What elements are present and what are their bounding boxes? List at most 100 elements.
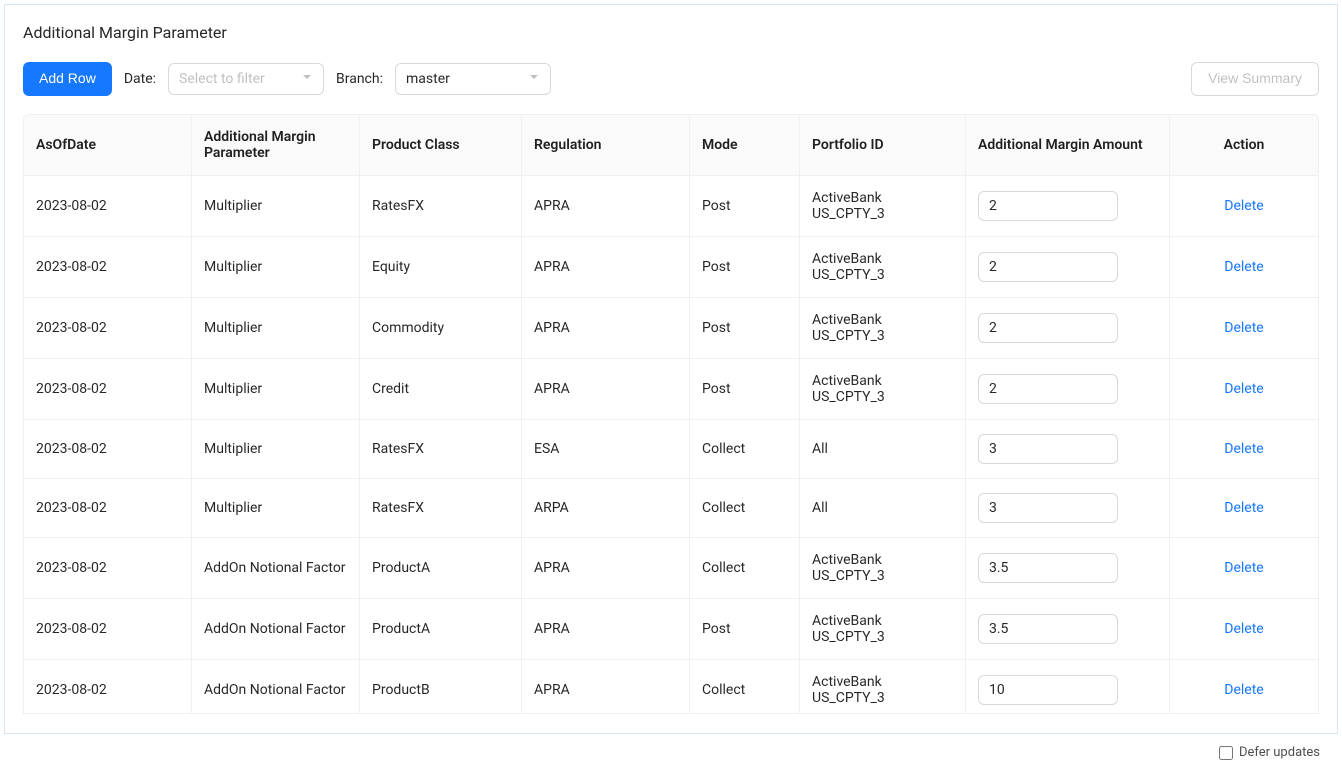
- col-header-regulation: Regulation: [522, 115, 690, 175]
- date-label: Date:: [124, 71, 156, 87]
- table-row: 2023-08-02MultiplierRatesFXESACollectAll…: [24, 420, 1318, 479]
- cell-mode: Collect: [690, 538, 800, 598]
- cell-amount: [966, 176, 1170, 236]
- cell-portfolio: ActiveBank US_CPTY_3: [800, 359, 966, 419]
- cell-mode: Post: [690, 599, 800, 659]
- cell-asofdate: 2023-08-02: [24, 660, 192, 713]
- panel-title: Additional Margin Parameter: [23, 23, 1319, 42]
- cell-portfolio: ActiveBank US_CPTY_3: [800, 237, 966, 297]
- cell-asofdate: 2023-08-02: [24, 237, 192, 297]
- view-summary-button[interactable]: View Summary: [1191, 62, 1319, 96]
- cell-amount: [966, 359, 1170, 419]
- amount-input[interactable]: [978, 313, 1118, 343]
- amount-input[interactable]: [978, 493, 1118, 523]
- cell-param: Multiplier: [192, 420, 360, 478]
- branch-label: Branch:: [336, 71, 383, 87]
- delete-link[interactable]: Delete: [1224, 621, 1263, 637]
- cell-param: AddOn Notional Factor: [192, 538, 360, 598]
- table-row: 2023-08-02AddOn Notional FactorProductAA…: [24, 599, 1318, 660]
- delete-link[interactable]: Delete: [1224, 320, 1263, 336]
- cell-amount: [966, 420, 1170, 478]
- amount-input[interactable]: [978, 614, 1118, 644]
- delete-link[interactable]: Delete: [1224, 441, 1263, 457]
- cell-action: Delete: [1170, 599, 1318, 659]
- table-body[interactable]: 2023-08-02MultiplierRatesFXAPRAPostActiv…: [24, 176, 1318, 713]
- cell-amount: [966, 660, 1170, 713]
- delete-link[interactable]: Delete: [1224, 682, 1263, 698]
- cell-mode: Post: [690, 298, 800, 358]
- cell-product: RatesFX: [360, 176, 522, 236]
- cell-action: Delete: [1170, 660, 1318, 713]
- amount-input[interactable]: [978, 191, 1118, 221]
- delete-link[interactable]: Delete: [1224, 381, 1263, 397]
- col-header-product: Product Class: [360, 115, 522, 175]
- date-filter-value: Select to filter: [179, 71, 265, 87]
- cell-asofdate: 2023-08-02: [24, 479, 192, 537]
- cell-product: ProductB: [360, 660, 522, 713]
- cell-asofdate: 2023-08-02: [24, 176, 192, 236]
- cell-regulation: APRA: [522, 237, 690, 297]
- margin-table: AsOfDate Additional Margin Parameter Pro…: [23, 114, 1319, 714]
- cell-product: Equity: [360, 237, 522, 297]
- cell-portfolio: ActiveBank US_CPTY_3: [800, 538, 966, 598]
- cell-regulation: APRA: [522, 359, 690, 419]
- defer-updates-checkbox[interactable]: [1219, 746, 1233, 760]
- cell-portfolio: All: [800, 479, 966, 537]
- margin-parameter-panel: Additional Margin Parameter Add Row Date…: [4, 4, 1338, 734]
- cell-mode: Post: [690, 176, 800, 236]
- cell-action: Delete: [1170, 479, 1318, 537]
- cell-action: Delete: [1170, 538, 1318, 598]
- date-filter-select[interactable]: Select to filter: [168, 63, 324, 95]
- delete-link[interactable]: Delete: [1224, 560, 1263, 576]
- cell-portfolio: ActiveBank US_CPTY_3: [800, 298, 966, 358]
- table-row: 2023-08-02MultiplierRatesFXARPACollectAl…: [24, 479, 1318, 538]
- cell-regulation: APRA: [522, 298, 690, 358]
- col-header-portfolio: Portfolio ID: [800, 115, 966, 175]
- cell-product: RatesFX: [360, 420, 522, 478]
- cell-asofdate: 2023-08-02: [24, 420, 192, 478]
- cell-regulation: APRA: [522, 176, 690, 236]
- cell-mode: Collect: [690, 660, 800, 713]
- cell-param: Multiplier: [192, 176, 360, 236]
- table-row: 2023-08-02MultiplierEquityAPRAPostActive…: [24, 237, 1318, 298]
- cell-portfolio: ActiveBank US_CPTY_3: [800, 599, 966, 659]
- amount-input[interactable]: [978, 434, 1118, 464]
- col-header-asofdate: AsOfDate: [24, 115, 192, 175]
- amount-input[interactable]: [978, 553, 1118, 583]
- cell-amount: [966, 538, 1170, 598]
- branch-select[interactable]: master: [395, 63, 551, 95]
- table-row: 2023-08-02MultiplierCreditAPRAPostActive…: [24, 359, 1318, 420]
- cell-mode: Collect: [690, 479, 800, 537]
- cell-product: ProductA: [360, 538, 522, 598]
- delete-link[interactable]: Delete: [1224, 500, 1263, 516]
- delete-link[interactable]: Delete: [1224, 259, 1263, 275]
- cell-asofdate: 2023-08-02: [24, 538, 192, 598]
- cell-param: AddOn Notional Factor: [192, 660, 360, 713]
- cell-amount: [966, 479, 1170, 537]
- amount-input[interactable]: [978, 374, 1118, 404]
- cell-action: Delete: [1170, 359, 1318, 419]
- cell-action: Delete: [1170, 420, 1318, 478]
- delete-link[interactable]: Delete: [1224, 198, 1263, 214]
- cell-regulation: ARPA: [522, 479, 690, 537]
- amount-input[interactable]: [978, 675, 1118, 705]
- amount-input[interactable]: [978, 252, 1118, 282]
- chevron-down-icon: [301, 71, 313, 87]
- cell-amount: [966, 237, 1170, 297]
- branch-value: master: [406, 71, 450, 87]
- cell-action: Delete: [1170, 237, 1318, 297]
- footer: Defer updates: [1219, 745, 1320, 760]
- cell-mode: Post: [690, 359, 800, 419]
- cell-regulation: APRA: [522, 538, 690, 598]
- table-row: 2023-08-02MultiplierCommodityAPRAPostAct…: [24, 298, 1318, 359]
- table-header: AsOfDate Additional Margin Parameter Pro…: [24, 115, 1318, 176]
- cell-portfolio: ActiveBank US_CPTY_3: [800, 660, 966, 713]
- cell-amount: [966, 298, 1170, 358]
- table-row: 2023-08-02AddOn Notional FactorProductAA…: [24, 538, 1318, 599]
- add-row-button[interactable]: Add Row: [23, 62, 112, 96]
- cell-action: Delete: [1170, 176, 1318, 236]
- defer-updates-label: Defer updates: [1239, 745, 1320, 760]
- table-row: 2023-08-02AddOn Notional FactorProductB A…: [24, 660, 1318, 713]
- col-header-amount: Additional Margin Amount: [966, 115, 1170, 175]
- cell-portfolio: All: [800, 420, 966, 478]
